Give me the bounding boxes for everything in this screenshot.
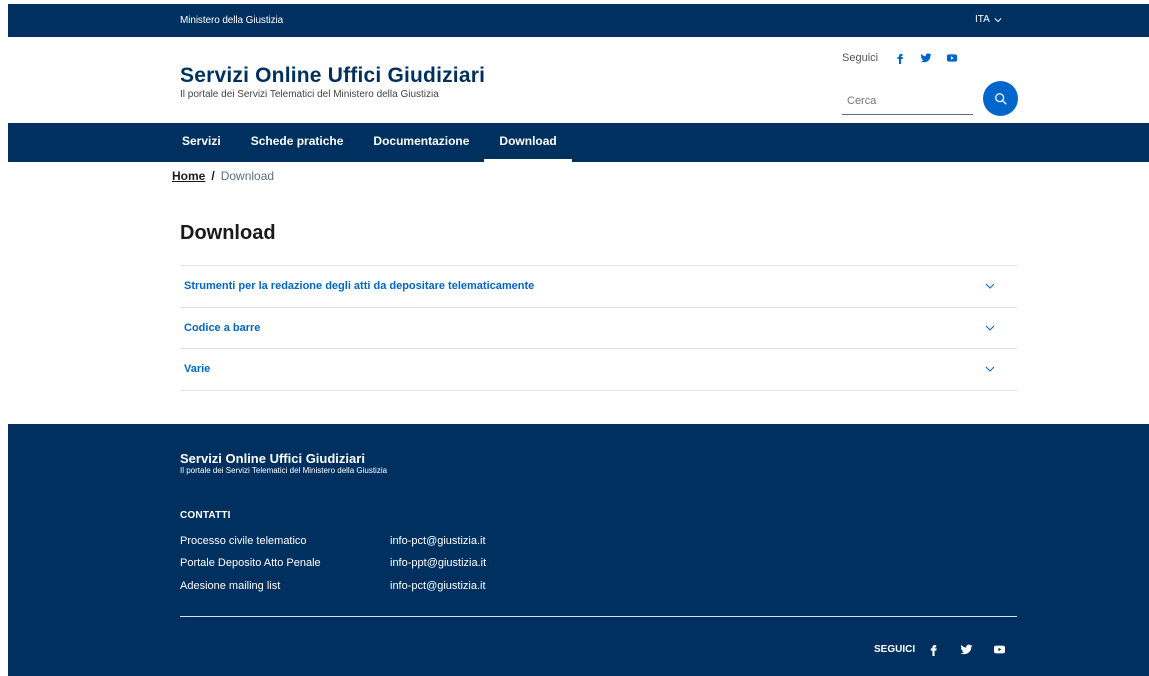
contact-name: Adesione mailing list <box>180 580 281 592</box>
follow-label: Seguici <box>842 52 879 64</box>
footer-follow-label: SEGUICI <box>874 644 916 655</box>
footer-title: Servizi Online Uffici Giudiziari <box>180 451 365 466</box>
nav-item-servizi[interactable]: Servizi <box>167 123 236 162</box>
slim-header: Ministero della Giustizia ITA <box>8 4 1149 37</box>
chevron-down-icon <box>985 325 995 331</box>
accordion-item-label: Codice a barre <box>184 321 261 334</box>
page-title: Download <box>180 222 276 244</box>
search-input[interactable] <box>842 87 973 115</box>
contact-email-link[interactable]: info-pct@giustizia.it <box>390 535 486 547</box>
contact-name: Processo civile telematico <box>180 535 307 547</box>
facebook-icon[interactable] <box>927 643 940 656</box>
main-navigation: Servizi Schede pratiche Documentazione D… <box>8 123 1149 162</box>
chevron-down-icon <box>994 17 1002 22</box>
breadcrumb-current: Download <box>220 169 275 183</box>
contact-name: Portale Deposito Atto Penale <box>180 557 321 569</box>
twitter-icon[interactable] <box>960 643 973 656</box>
breadcrumb-home-link[interactable]: Home <box>172 169 205 183</box>
search-button[interactable] <box>983 81 1018 116</box>
site-title[interactable]: Servizi Online Uffici Giudiziari <box>180 64 485 88</box>
contact-row: Processo civile telematico info-pct@giust… <box>180 535 486 547</box>
footer-social: SEGUICI <box>874 643 1006 656</box>
nav-item-schede-pratiche[interactable]: Schede pratiche <box>236 123 359 162</box>
language-selector[interactable]: ITA <box>975 14 1002 25</box>
footer-divider <box>180 616 1017 617</box>
breadcrumb-separator: / <box>211 169 215 183</box>
contact-row: Portale Deposito Atto Penale info-ppt@giu… <box>180 557 486 569</box>
breadcrumb: Home / Download <box>172 169 274 183</box>
accordion-item[interactable]: Strumenti per la redazione degli atti da… <box>180 266 1017 308</box>
youtube-icon[interactable] <box>993 643 1006 656</box>
search-icon <box>994 92 1007 105</box>
accordion-item-label: Strumenti per la redazione degli atti da… <box>184 280 535 293</box>
footer-subtitle: Il portale dei Servizi Telematici del Mi… <box>180 466 388 475</box>
download-accordion: Strumenti per la redazione degli atti da… <box>180 265 1017 391</box>
chevron-down-icon <box>985 283 995 289</box>
facebook-icon[interactable] <box>894 52 906 64</box>
language-label: ITA <box>975 14 990 25</box>
footer: Servizi Online Uffici Giudiziari Il port… <box>8 424 1149 676</box>
twitter-icon[interactable] <box>920 52 932 64</box>
accordion-item[interactable]: Varie <box>180 349 1017 391</box>
header-center: Servizi Online Uffici Giudiziari Il port… <box>8 37 1149 123</box>
chevron-down-icon <box>985 366 995 372</box>
nav-item-documentazione[interactable]: Documentazione <box>358 123 484 162</box>
site-subtitle: Il portale dei Servizi Telematici del Mi… <box>180 89 439 100</box>
youtube-icon[interactable] <box>946 52 958 64</box>
accordion-item[interactable]: Codice a barre <box>180 308 1017 349</box>
accordion-item-label: Varie <box>184 363 211 376</box>
contact-email-link[interactable]: info-pct@giustizia.it <box>390 580 486 592</box>
contact-email-link[interactable]: info-ppt@giustizia.it <box>390 557 486 569</box>
nav-item-download[interactable]: Download <box>484 123 573 162</box>
contact-row: Adesione mailing list info-pct@giustizia.… <box>180 580 486 592</box>
ministry-link[interactable]: Ministero della Giustizia <box>180 15 283 26</box>
contacts-heading: CONTATTI <box>180 510 231 521</box>
header-social: Seguici <box>842 52 958 64</box>
page: Ministero della Giustizia ITA Servizi On… <box>8 4 1149 162</box>
